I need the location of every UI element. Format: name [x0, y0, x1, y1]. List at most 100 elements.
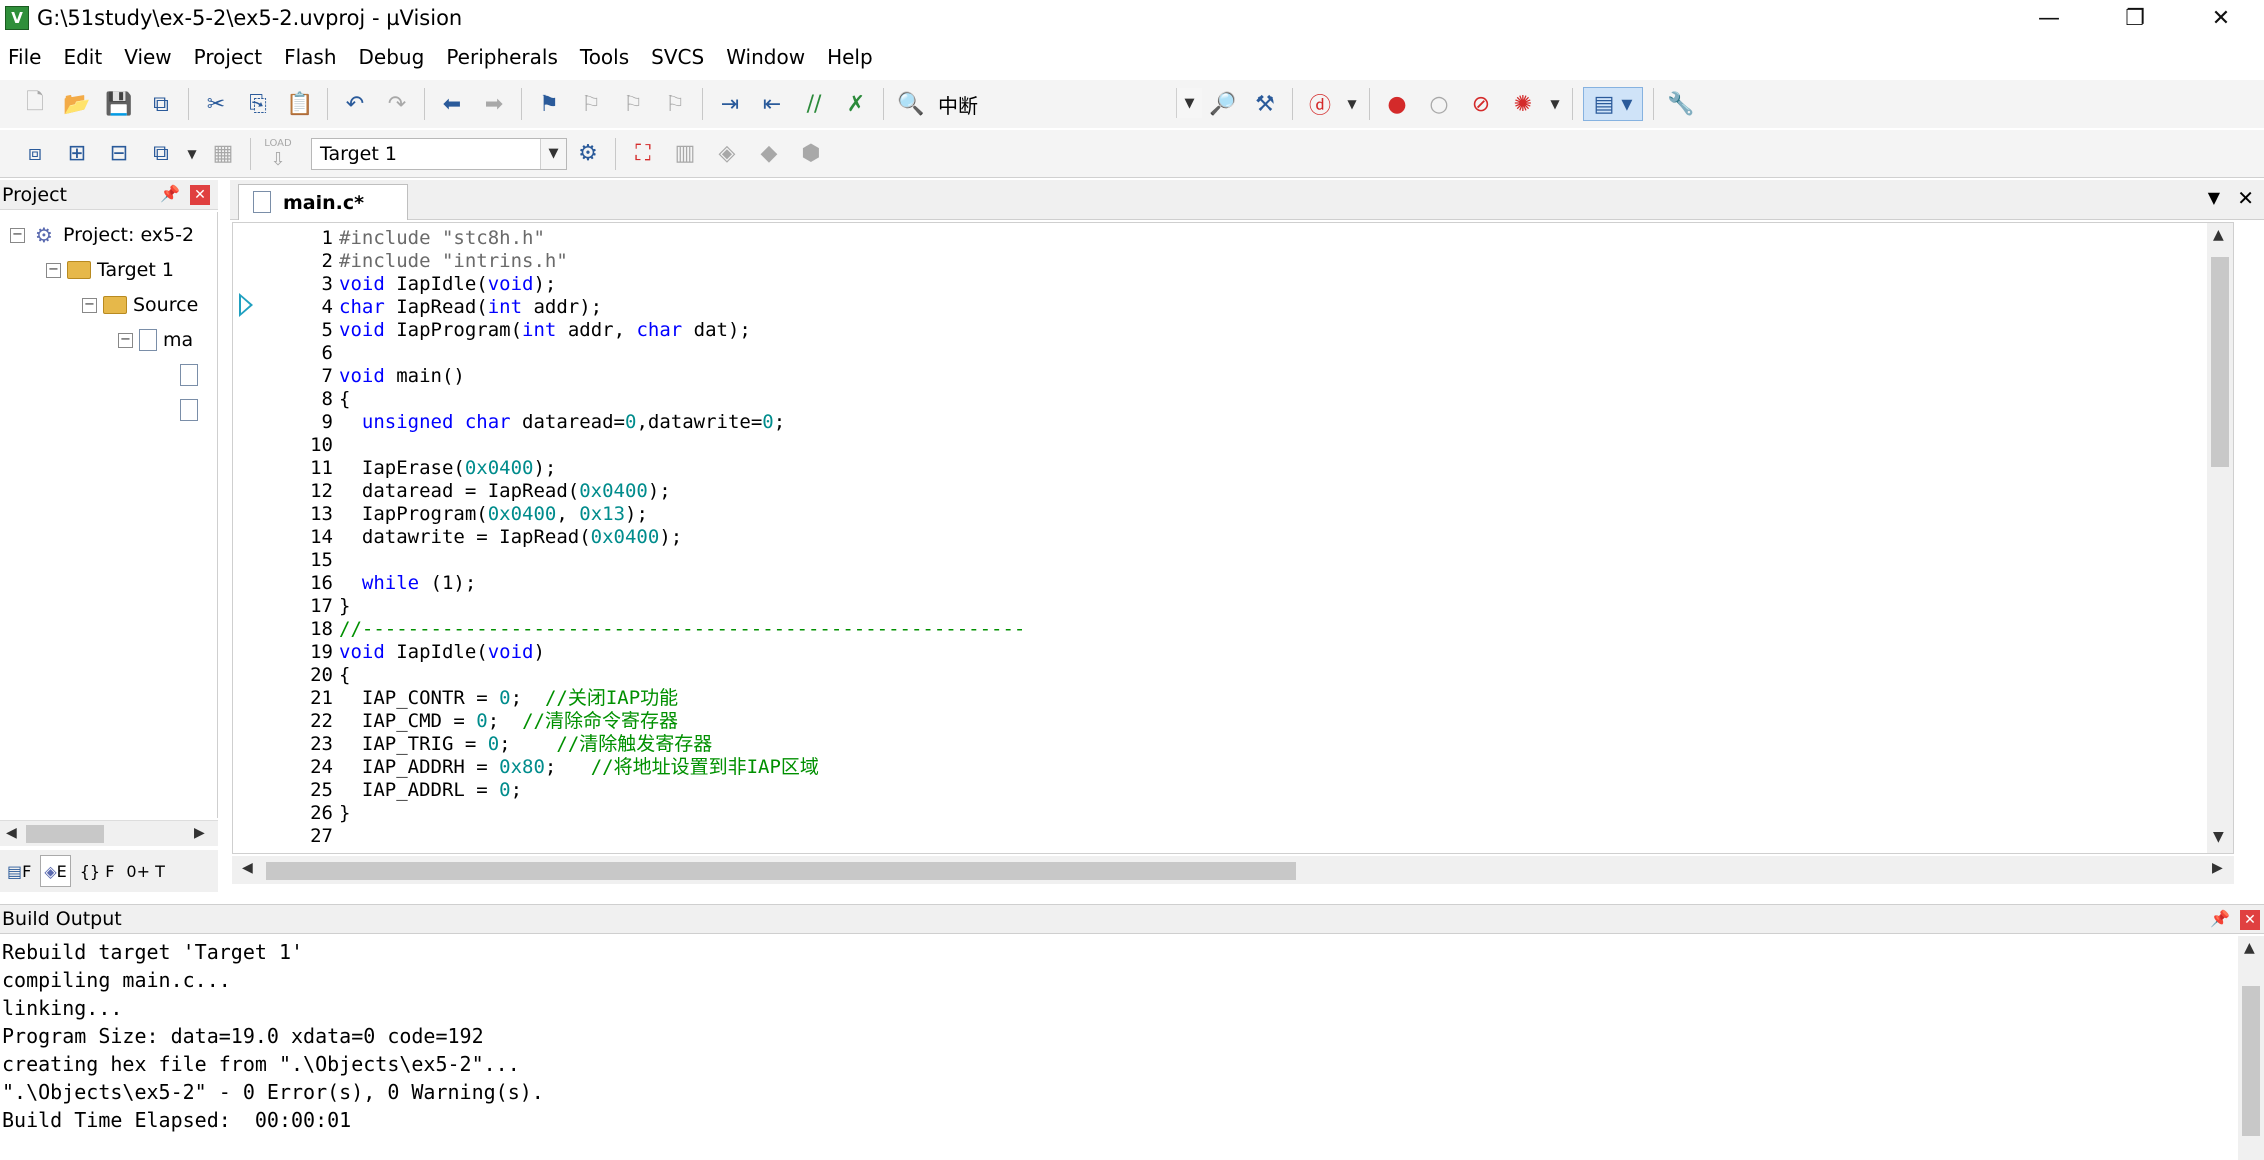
menu-edit[interactable]: Edit: [59, 45, 106, 69]
close-editor-icon[interactable]: ✕: [2237, 186, 2254, 210]
editor-hscrollbar[interactable]: ◀ ▶: [232, 856, 2234, 884]
prev-bookmark-icon[interactable]: ⚐: [574, 87, 608, 121]
manage-multi-project-icon[interactable]: ▥: [668, 137, 702, 171]
collapse-icon[interactable]: −: [82, 297, 97, 313]
paste-icon[interactable]: 📋: [283, 87, 317, 121]
menu-tools[interactable]: Tools: [576, 45, 633, 69]
chevron-down-icon[interactable]: ▼: [1345, 87, 1359, 121]
chevron-down-icon[interactable]: ▼: [1548, 87, 1562, 121]
disable-all-breakpoints-icon[interactable]: ⊘: [1464, 87, 1498, 121]
chevron-down-icon[interactable]: ▼: [1176, 88, 1202, 118]
editor-vscrollbar[interactable]: ▲ ▼: [2207, 223, 2233, 853]
target-select[interactable]: Target 1 ▼: [311, 137, 567, 170]
pin-icon[interactable]: 📌: [2210, 909, 2230, 928]
scroll-up-icon[interactable]: ▲: [2244, 940, 2255, 956]
new-file-icon[interactable]: 🗋: [18, 87, 52, 121]
menu-project[interactable]: Project: [190, 45, 266, 69]
tab-main-c[interactable]: main.c*: [238, 184, 408, 220]
chevron-down-icon[interactable]: ▼: [540, 138, 566, 169]
menu-svcs[interactable]: SVCS: [647, 45, 708, 69]
window-layout-icon[interactable]: ▤ ▾: [1583, 87, 1643, 121]
restore-button[interactable]: ❐: [2092, 0, 2178, 36]
select-packs-icon[interactable]: ◈: [710, 137, 744, 171]
tab-templates[interactable]: 0+ T: [123, 855, 167, 887]
scroll-right-icon[interactable]: ▶: [2212, 860, 2223, 876]
tree-item-include-file[interactable]: [180, 360, 204, 390]
tree-item-source-group[interactable]: − Source: [82, 290, 198, 320]
tab-list-dropdown-icon[interactable]: ▼: [2208, 188, 2220, 207]
scroll-right-icon[interactable]: ▶: [194, 825, 205, 841]
pack-installer-icon[interactable]: ⬢: [794, 137, 828, 171]
download-icon[interactable]: LOAD ⇩: [261, 137, 295, 171]
batch-build-icon[interactable]: ⧉: [144, 137, 178, 171]
menu-file[interactable]: File: [4, 45, 45, 69]
undo-icon[interactable]: ↶: [338, 87, 372, 121]
cut-icon[interactable]: ✂: [199, 87, 233, 121]
indent-icon[interactable]: ⇥: [713, 87, 747, 121]
scroll-thumb[interactable]: [266, 862, 1296, 880]
project-pane-close-icon[interactable]: ✕: [190, 185, 210, 205]
menu-flash[interactable]: Flash: [280, 45, 340, 69]
build-output-panel[interactable]: Rebuild target 'Target 1' compiling main…: [0, 936, 2264, 1160]
next-bookmark-icon[interactable]: ⚐: [616, 87, 650, 121]
minimize-button[interactable]: —: [2006, 0, 2092, 36]
scroll-thumb[interactable]: [26, 825, 104, 843]
collapse-icon[interactable]: −: [46, 262, 61, 278]
collapse-icon[interactable]: −: [10, 227, 25, 243]
menu-view[interactable]: View: [120, 45, 175, 69]
scroll-left-icon[interactable]: ◀: [6, 825, 17, 841]
collapse-icon[interactable]: −: [118, 332, 133, 348]
pin-icon[interactable]: 📌: [160, 184, 180, 203]
debug-session-icon[interactable]: ⓓ: [1303, 87, 1337, 121]
find-in-files-icon[interactable]: 🔍: [894, 87, 928, 121]
copy-icon[interactable]: ⎘: [241, 87, 275, 121]
tab-books[interactable]: ◈ E: [40, 855, 71, 887]
kill-all-breakpoints-icon[interactable]: ✺: [1506, 87, 1540, 121]
uncomment-icon[interactable]: ✗: [839, 87, 873, 121]
build-output-close-icon[interactable]: ✕: [2240, 910, 2260, 930]
incremental-find-icon[interactable]: ⚒: [1248, 87, 1282, 121]
build-icon[interactable]: ⊞: [60, 137, 94, 171]
find-text-field[interactable]: 中断: [938, 90, 978, 119]
target-options-icon[interactable]: ⚙: [571, 137, 605, 171]
code-editor[interactable]: 1 #include "stc8h.h" 2 #include "intrins.h…: [232, 222, 2234, 854]
tab-project[interactable]: ▤ F: [4, 855, 34, 887]
find-icon[interactable]: 🔎: [1206, 87, 1240, 121]
tree-item-target[interactable]: − Target 1: [46, 255, 174, 285]
find-combo-dropdown[interactable]: ▼: [1174, 88, 1202, 120]
configure-icon[interactable]: 🔧: [1664, 87, 1698, 121]
translate-icon[interactable]: ⧈: [18, 137, 52, 171]
comment-icon[interactable]: //: [797, 87, 831, 121]
menu-window[interactable]: Window: [722, 45, 809, 69]
tree-item-project[interactable]: − ⚙ Project: ex5-2: [10, 220, 194, 250]
bookmark-icon[interactable]: ⚑: [532, 87, 566, 121]
navigate-forward-icon[interactable]: ➡: [477, 87, 511, 121]
manage-project-items-icon[interactable]: ⛶: [626, 137, 660, 171]
manage-rte-icon[interactable]: ◆: [752, 137, 786, 171]
redo-icon[interactable]: ↷: [380, 87, 414, 121]
unindent-icon[interactable]: ⇤: [755, 87, 789, 121]
scroll-up-icon[interactable]: ▲: [2213, 227, 2224, 243]
stop-build-icon[interactable]: ▦: [206, 137, 240, 171]
navigate-back-icon[interactable]: ⬅: [435, 87, 469, 121]
clear-bookmarks-icon[interactable]: ⚐: [658, 87, 692, 121]
save-icon[interactable]: 💾: [102, 87, 136, 121]
build-output-vscrollbar[interactable]: ▲: [2238, 936, 2264, 1160]
open-file-icon[interactable]: 📂: [60, 87, 94, 121]
scroll-left-icon[interactable]: ◀: [242, 860, 253, 876]
disable-breakpoint-icon[interactable]: ○: [1422, 87, 1456, 121]
menu-help[interactable]: Help: [823, 45, 877, 69]
tree-item-main-file[interactable]: − ma: [118, 325, 193, 355]
save-all-icon[interactable]: ⧉: [144, 87, 178, 121]
menu-peripherals[interactable]: Peripherals: [442, 45, 562, 69]
tab-functions[interactable]: {} F: [77, 855, 118, 887]
chevron-down-icon[interactable]: ▼: [186, 137, 198, 171]
breakpoint-icon[interactable]: ●: [1380, 87, 1414, 121]
tree-item-include-file[interactable]: [180, 395, 204, 425]
project-hscrollbar[interactable]: ◀ ▶: [0, 820, 218, 846]
rebuild-icon[interactable]: ⊟: [102, 137, 136, 171]
scroll-down-icon[interactable]: ▼: [2213, 829, 2224, 845]
scroll-thumb[interactable]: [2242, 986, 2260, 1136]
menu-debug[interactable]: Debug: [355, 45, 429, 69]
close-button[interactable]: ✕: [2178, 0, 2264, 36]
